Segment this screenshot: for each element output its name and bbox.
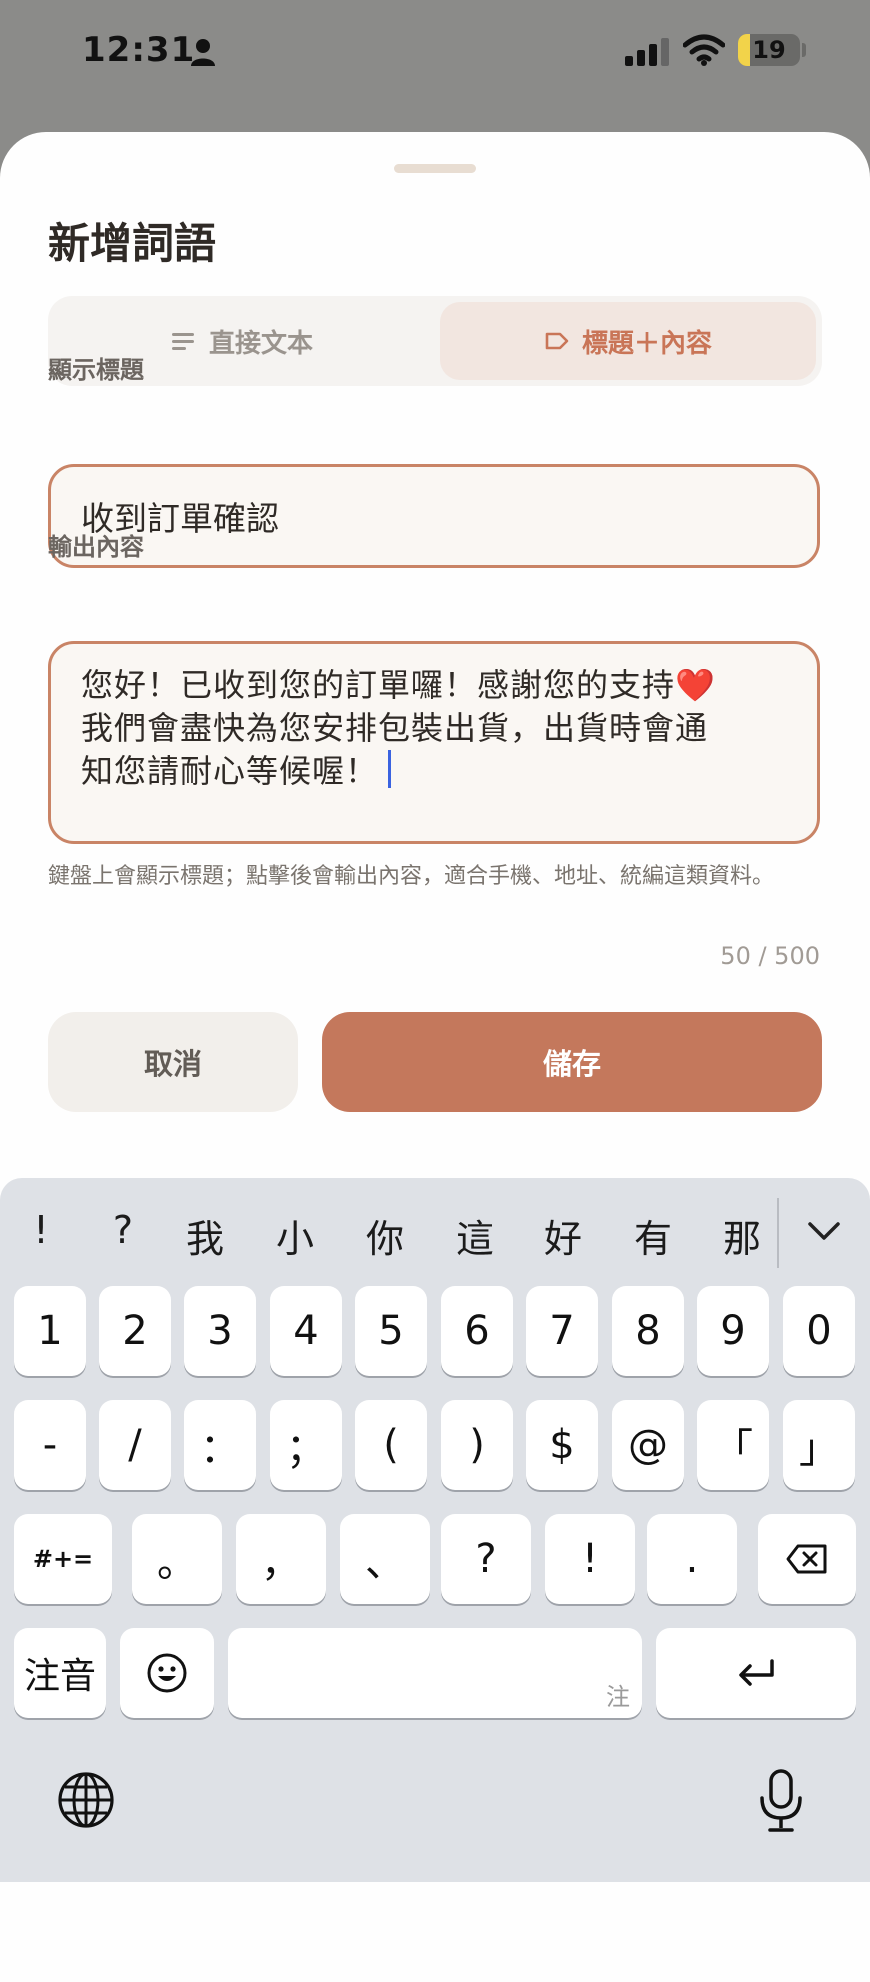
output-content-label: 輸出內容 — [48, 533, 144, 561]
candidate-word[interactable]: 這 — [440, 1208, 510, 1263]
return-icon — [739, 1659, 774, 1686]
display-title-input[interactable]: 收到訂單確認 — [48, 464, 820, 568]
cellular-signal-icon — [625, 38, 669, 66]
emoji-key[interactable] — [120, 1628, 214, 1718]
tag-icon — [545, 332, 569, 350]
backspace-key[interactable] — [758, 1514, 856, 1604]
output-content-textarea[interactable]: 您好！已收到您的訂單囉！感謝您的支持❤️ 我們會盡快為您安排包裝出貨，出貨時會通… — [48, 641, 820, 844]
candidate-word[interactable]: 好 — [528, 1208, 598, 1263]
key-dollar[interactable]: $ — [526, 1400, 598, 1490]
key-7[interactable]: 7 — [526, 1286, 598, 1376]
battery-icon: 19 — [738, 34, 800, 66]
candidate-word[interactable]: ? — [88, 1208, 158, 1252]
globe-icon[interactable] — [56, 1770, 116, 1830]
key-semicolon[interactable]: ； — [270, 1400, 342, 1490]
candidate-bar: ! ? 我 小 你 這 好 有 那 — [0, 1178, 870, 1286]
key-colon[interactable]: ： — [184, 1400, 256, 1490]
candidate-word[interactable]: ! — [6, 1208, 76, 1252]
key-more-symbols[interactable]: #+= — [14, 1514, 112, 1604]
helper-text: 鍵盤上會顯示標題；點擊後會輸出內容，適合手機、地址、統編這類資料。 — [48, 864, 775, 889]
backspace-icon — [786, 1544, 827, 1574]
emoji-icon — [147, 1653, 187, 1693]
text-caret — [388, 750, 392, 788]
status-bar: 12:31 19 — [0, 0, 870, 105]
key-4[interactable]: 4 — [270, 1286, 342, 1376]
key-8[interactable]: 8 — [612, 1286, 684, 1376]
candidate-word[interactable]: 小 — [260, 1208, 330, 1263]
key-open-bracket[interactable]: 「 — [697, 1400, 769, 1490]
sheet-title: 新增詞語 — [48, 219, 217, 268]
key-5[interactable]: 5 — [355, 1286, 427, 1376]
candidate-word[interactable]: 我 — [170, 1208, 240, 1263]
output-content-line: 知您請耐心等候喔！ — [81, 752, 379, 790]
chevron-down-icon[interactable] — [806, 1218, 842, 1244]
battery-level: 19 — [752, 36, 786, 64]
key-close-paren[interactable]: ) — [441, 1400, 513, 1490]
key-hyphen[interactable]: - — [14, 1400, 86, 1490]
key-close-bracket[interactable]: 」 — [783, 1400, 855, 1490]
key-period[interactable]: . — [647, 1514, 737, 1604]
key-3[interactable]: 3 — [184, 1286, 256, 1376]
save-button[interactable]: 儲存 — [322, 1012, 822, 1112]
key-enumeration-comma[interactable]: 、 — [340, 1514, 430, 1604]
key-period-cjk[interactable]: 。 — [132, 1514, 222, 1604]
key-9[interactable]: 9 — [697, 1286, 769, 1376]
key-6[interactable]: 6 — [441, 1286, 513, 1376]
key-1[interactable]: 1 — [14, 1286, 86, 1376]
return-key[interactable] — [656, 1628, 856, 1718]
tab-direct-text-label: 直接文本 — [208, 328, 313, 359]
space-key[interactable]: 注 — [228, 1628, 642, 1718]
key-0[interactable]: 0 — [783, 1286, 855, 1376]
sheet-grabber[interactable] — [394, 164, 476, 173]
candidate-word[interactable]: 你 — [350, 1208, 420, 1263]
tab-title-content-label: 標題＋內容 — [581, 328, 712, 359]
key-question[interactable]: ? — [441, 1514, 531, 1604]
output-content-line: 您好！已收到您的訂單囉！感謝您的支持❤️ — [81, 666, 716, 704]
key-slash[interactable]: / — [99, 1400, 171, 1490]
tab-title-content[interactable]: 標題＋內容 — [440, 302, 816, 380]
key-at[interactable]: @ — [612, 1400, 684, 1490]
lines-icon — [171, 333, 194, 350]
key-2[interactable]: 2 — [99, 1286, 171, 1376]
space-key-hint: 注 — [606, 1683, 630, 1711]
mode-segmented-control: 直接文本 標題＋內容 — [48, 296, 822, 386]
cancel-button[interactable]: 取消 — [48, 1012, 298, 1112]
keyboard: ! ? 我 小 你 這 好 有 那 1 2 3 4 5 6 7 8 9 0 - … — [0, 1178, 870, 1882]
key-exclamation[interactable]: ! — [545, 1514, 635, 1604]
output-content-line: 我們會盡快為您安排包裝出貨，出貨時會通 — [81, 709, 709, 747]
display-title-label: 顯示標題 — [48, 356, 144, 384]
key-open-paren[interactable]: ( — [355, 1400, 427, 1490]
person-icon — [191, 39, 215, 66]
key-comma-cjk[interactable]: ， — [236, 1514, 326, 1604]
zhuyin-mode-key[interactable]: 注音 — [14, 1628, 106, 1718]
character-counter: 50 / 500 — [720, 942, 820, 970]
candidate-divider — [777, 1198, 779, 1268]
status-time: 12:31 — [82, 30, 196, 70]
microphone-icon[interactable] — [756, 1768, 806, 1834]
candidate-word[interactable]: 那 — [707, 1208, 777, 1263]
candidate-word[interactable]: 有 — [618, 1208, 688, 1263]
wifi-icon — [683, 34, 725, 66]
